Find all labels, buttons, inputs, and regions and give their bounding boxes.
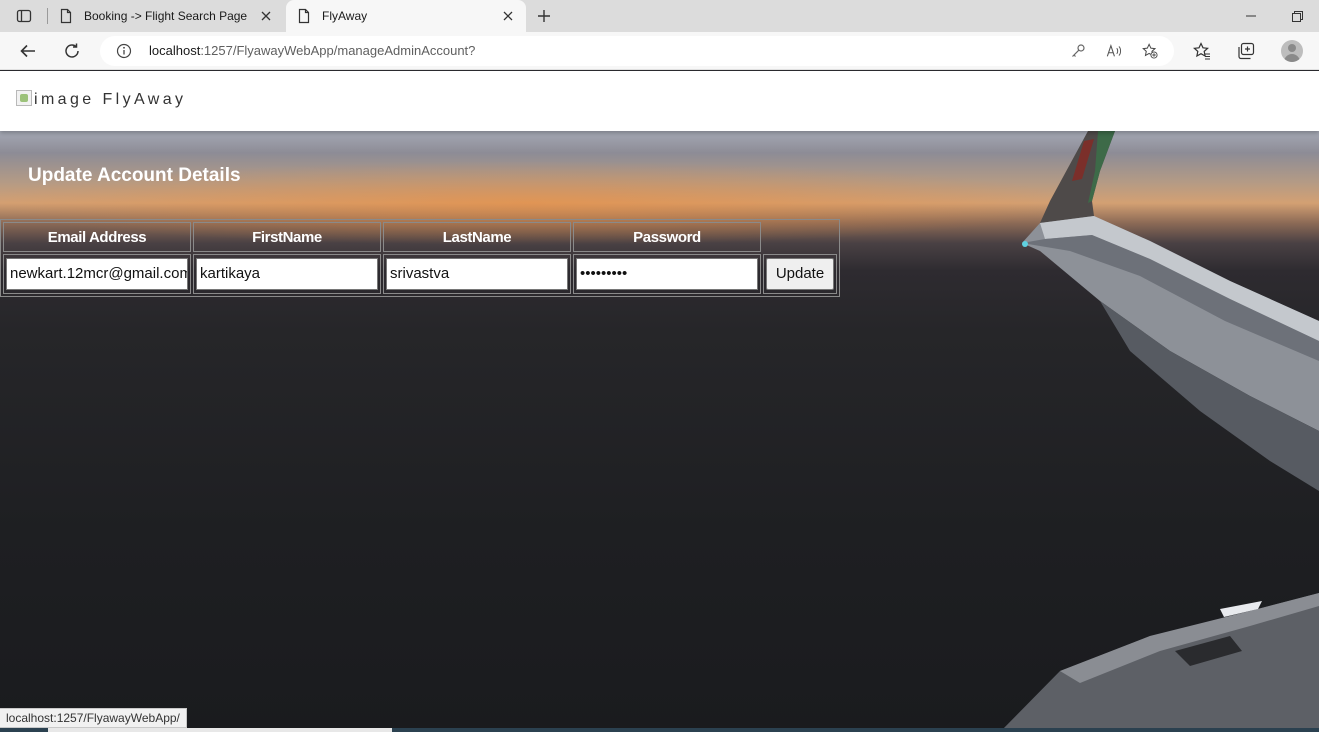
- tab-booking[interactable]: Booking -> Flight Search Page: [48, 0, 284, 32]
- first-name-cell: kartikaya: [193, 254, 381, 294]
- email-cell: newkart.12mcr@gmail.com: [3, 254, 191, 294]
- info-icon[interactable]: [116, 43, 132, 59]
- tab-actions-icon[interactable]: [10, 6, 38, 26]
- page-icon: [296, 8, 312, 24]
- hero-background: Update Account Details Email Address Fir…: [0, 131, 1319, 732]
- header-password: Password: [573, 222, 761, 252]
- key-icon[interactable]: [1070, 43, 1086, 59]
- minimize-button[interactable]: [1241, 6, 1261, 26]
- last-name-field[interactable]: srivastva: [386, 258, 568, 290]
- refresh-button[interactable]: [62, 41, 82, 61]
- favorites-button[interactable]: [1192, 41, 1212, 61]
- update-cell: Update: [763, 254, 837, 294]
- table-header-row: Email Address FirstName LastName Passwor…: [3, 222, 837, 252]
- add-favorite-icon[interactable]: [1142, 43, 1158, 59]
- close-icon[interactable]: [258, 8, 274, 24]
- profile-avatar[interactable]: [1281, 40, 1303, 62]
- broken-image-icon: [16, 90, 32, 106]
- new-tab-button[interactable]: [534, 6, 554, 26]
- back-arrow-icon: [20, 44, 35, 58]
- restore-icon: [1291, 10, 1303, 22]
- collections-button[interactable]: [1236, 41, 1256, 61]
- browser-toolbar: localhost:1257/FlyawayWebApp/manageAdmin…: [0, 32, 1319, 70]
- page-viewport: image FlyAway Update Account Details Ema…: [0, 71, 1319, 732]
- restore-button[interactable]: [1287, 6, 1307, 26]
- header-last-name: LastName: [383, 222, 571, 252]
- brand[interactable]: image FlyAway: [34, 91, 186, 109]
- account-table: Email Address FirstName LastName Passwor…: [0, 219, 840, 297]
- taskbar-edge: [0, 728, 1319, 732]
- refresh-icon: [65, 43, 79, 58]
- url-path: :1257/FlyawayWebApp/manageAdminAccount?: [200, 43, 476, 58]
- minimize-icon: [1246, 15, 1256, 17]
- tab-title: FlyAway: [322, 9, 368, 23]
- header-first-name: FirstName: [193, 222, 381, 252]
- email-field[interactable]: newkart.12mcr@gmail.com: [6, 258, 188, 290]
- password-cell: •••••••••: [573, 254, 761, 294]
- favorites-icon: [1193, 42, 1210, 60]
- page-heading: Update Account Details: [28, 165, 241, 186]
- url-text[interactable]: localhost:1257/FlyawayWebApp/manageAdmin…: [149, 43, 475, 58]
- password-field[interactable]: •••••••••: [576, 258, 758, 290]
- header-email: Email Address: [3, 222, 191, 252]
- site-header: image FlyAway: [0, 71, 1319, 131]
- address-bar[interactable]: localhost:1257/FlyawayWebApp/manageAdmin…: [100, 36, 1174, 66]
- last-name-cell: srivastva: [383, 254, 571, 294]
- back-button[interactable]: [18, 41, 38, 61]
- tab-title: Booking -> Flight Search Page: [84, 9, 248, 23]
- status-bar-url: localhost:1257/FlyawayWebApp/: [0, 708, 187, 728]
- url-host: localhost: [149, 43, 201, 58]
- collections-icon: [1238, 42, 1255, 60]
- table-row: newkart.12mcr@gmail.com kartikaya srivas…: [3, 254, 837, 294]
- brand-name: FlyAway: [102, 91, 187, 108]
- header-empty: [763, 222, 837, 252]
- update-button[interactable]: Update: [766, 258, 834, 290]
- plus-icon: [538, 10, 550, 22]
- first-name-field[interactable]: kartikaya: [196, 258, 378, 290]
- close-icon[interactable]: [500, 8, 516, 24]
- page-icon: [58, 8, 74, 24]
- tab-flyaway[interactable]: FlyAway: [286, 0, 526, 32]
- tab-strip: Booking -> Flight Search Page FlyAway: [0, 0, 1319, 32]
- read-aloud-icon[interactable]: [1106, 43, 1122, 59]
- logo-alt-text: image: [34, 91, 95, 108]
